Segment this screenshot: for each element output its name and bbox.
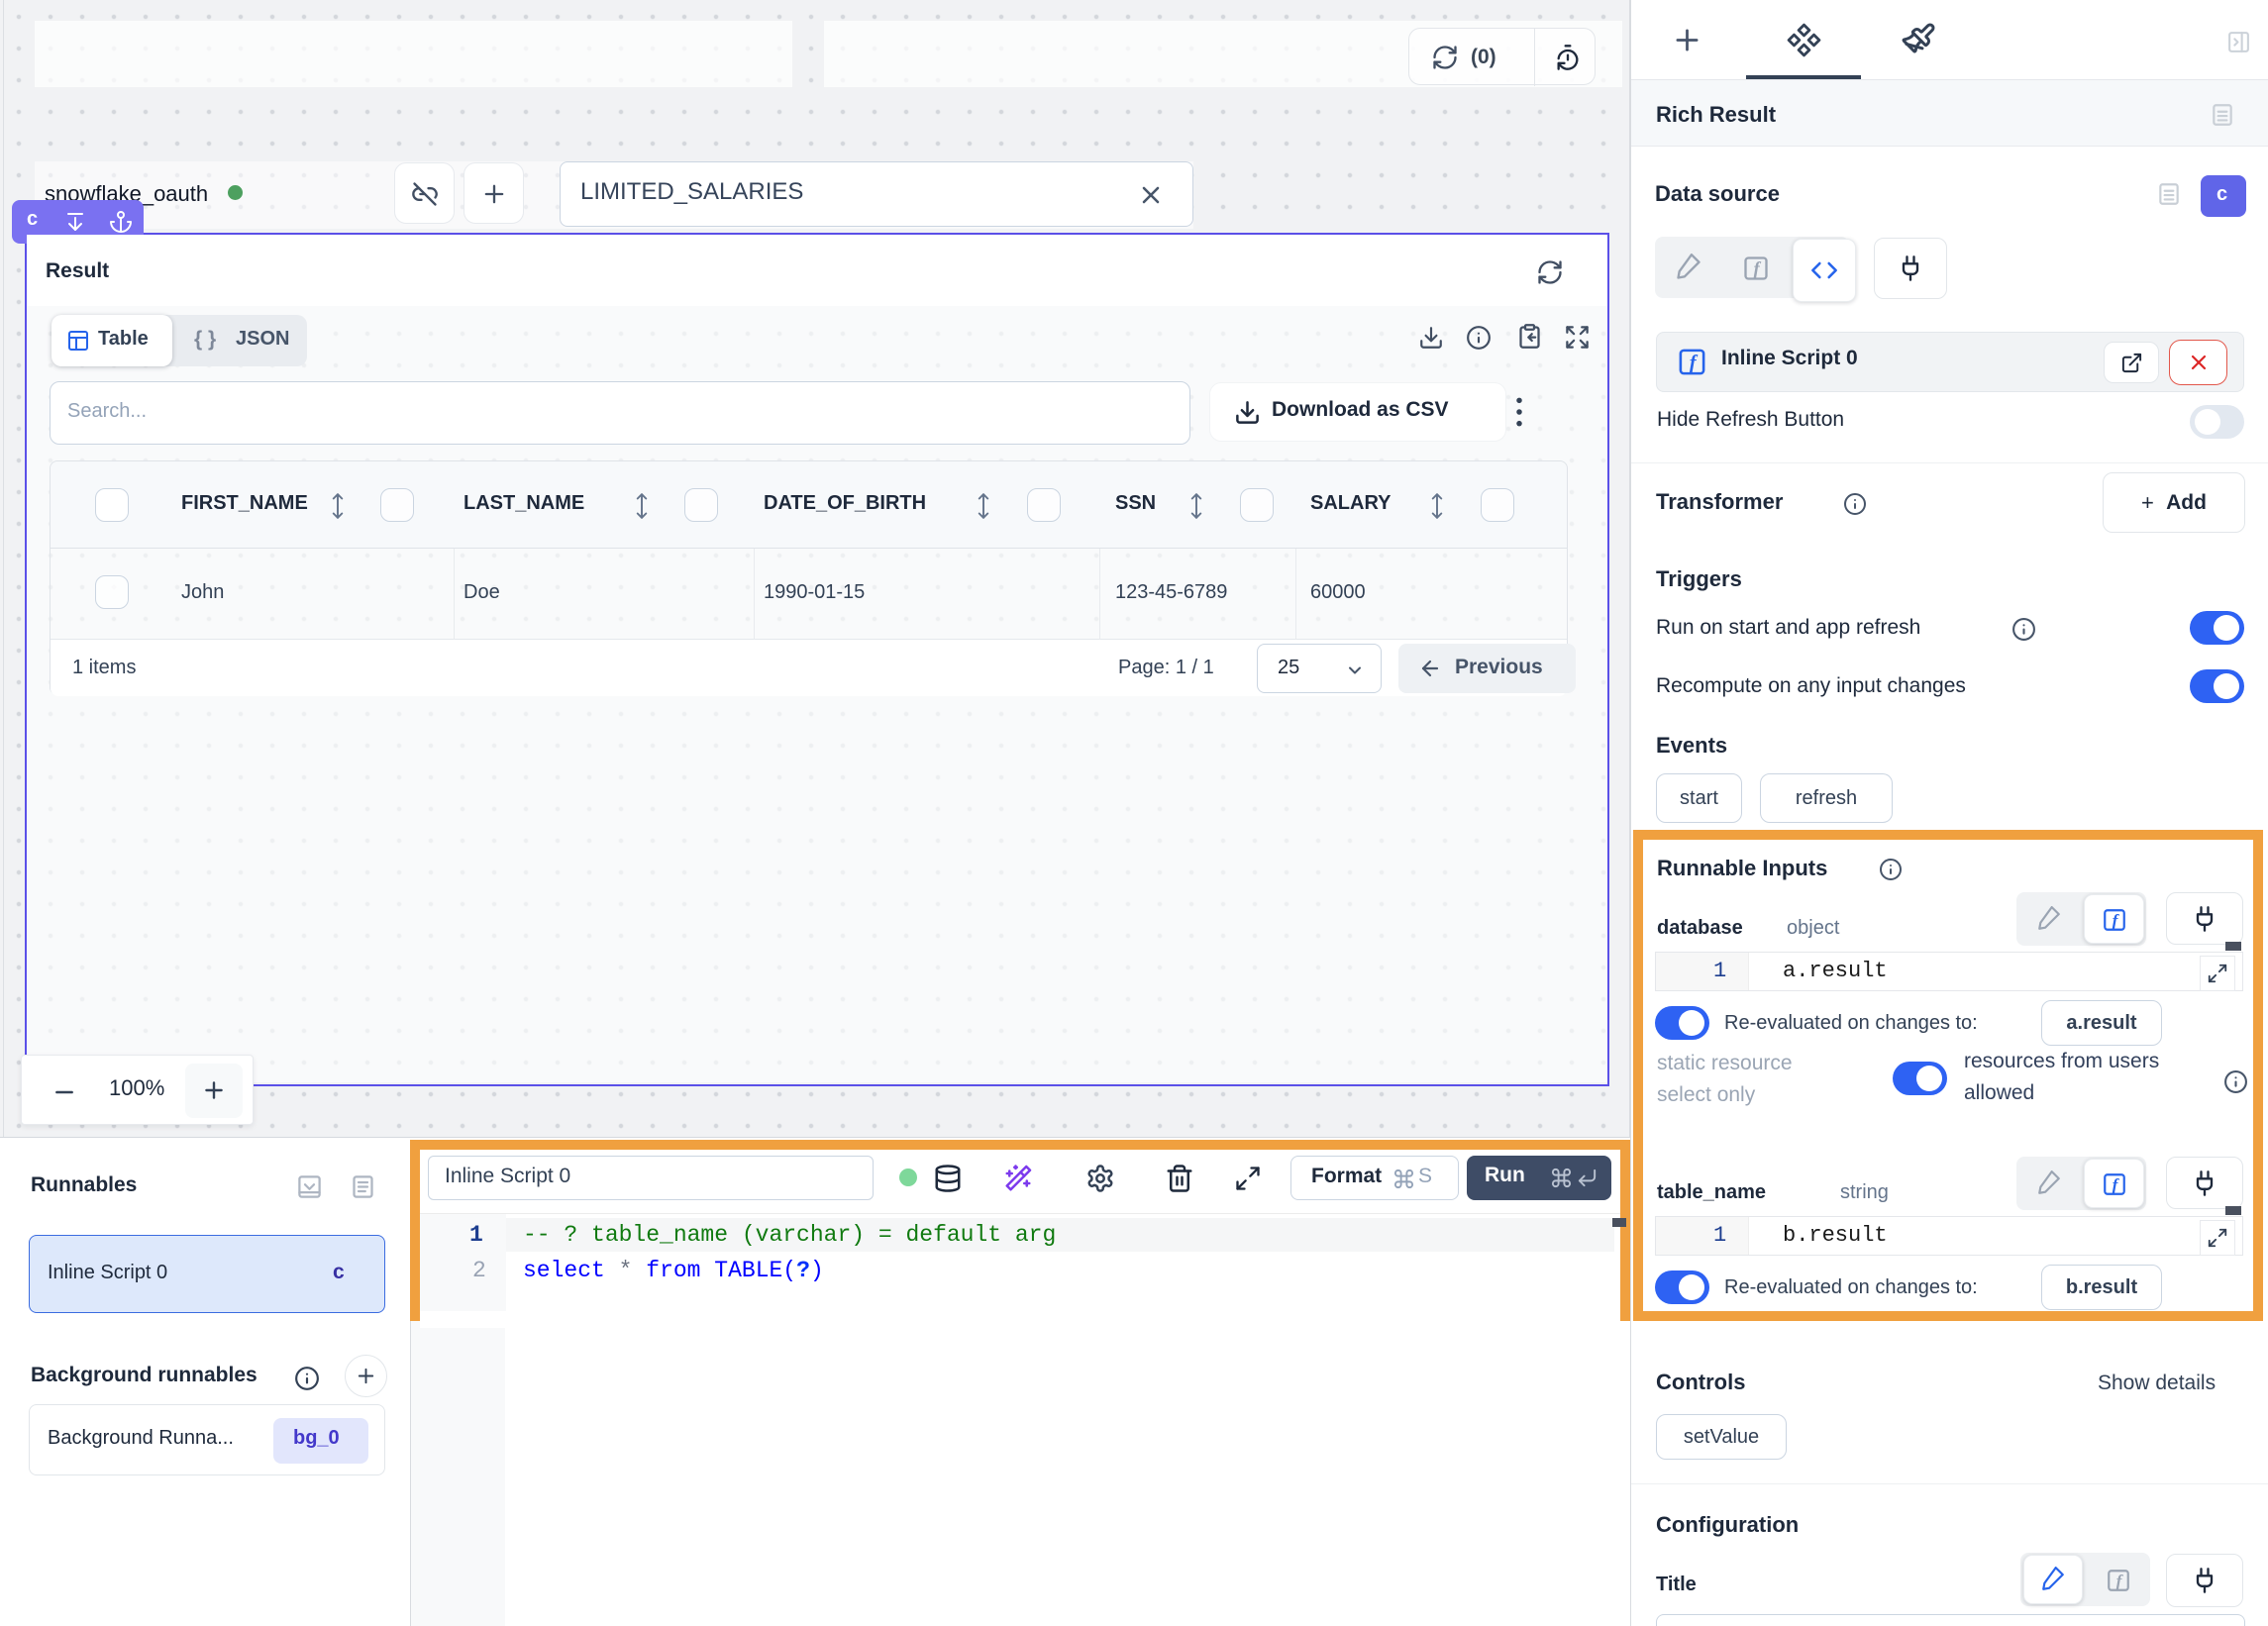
- svg-text:f: f: [1690, 353, 1699, 374]
- svg-text:f: f: [2116, 1572, 2124, 1590]
- svg-text:f: f: [2113, 911, 2120, 930]
- svg-text:f: f: [2113, 1175, 2120, 1194]
- svg-text:f: f: [1753, 258, 1761, 279]
